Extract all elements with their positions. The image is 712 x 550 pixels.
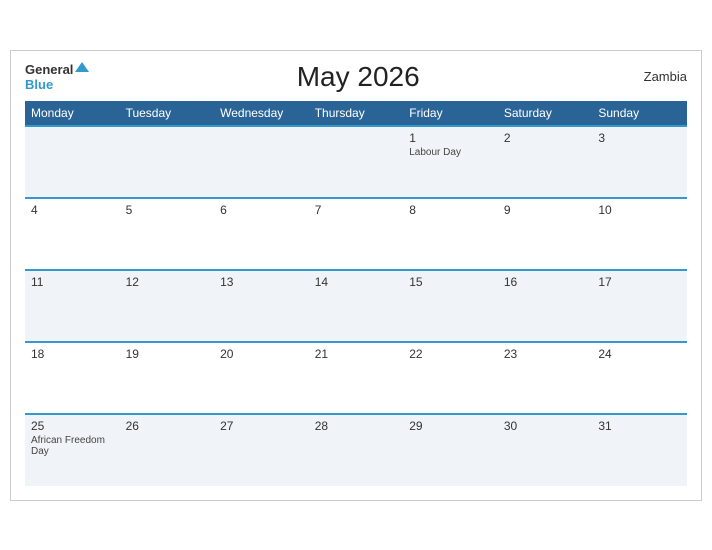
calendar-cell: 9: [498, 198, 593, 270]
calendar-cell: 7: [309, 198, 404, 270]
day-number: 12: [126, 275, 209, 289]
calendar-cell: 29: [403, 414, 498, 486]
calendar-table: MondayTuesdayWednesdayThursdayFridaySatu…: [25, 101, 687, 486]
calendar-cell: 19: [120, 342, 215, 414]
calendar-cell: 24: [592, 342, 687, 414]
day-number: 16: [504, 275, 587, 289]
logo-general: General: [25, 61, 89, 79]
weekday-header-wednesday: Wednesday: [214, 101, 309, 126]
logo: General Blue: [25, 61, 89, 93]
calendar-header: General Blue May 2026 Zambia: [25, 61, 687, 93]
day-number: 10: [598, 203, 681, 217]
day-number: 28: [315, 419, 398, 433]
calendar-cell: 1 Labour Day: [403, 126, 498, 198]
calendar-cell: 15: [403, 270, 498, 342]
calendar-body: 1 Labour Day 23 456789 10 11 12 13 14 15 16 17 18 19 2…: [25, 126, 687, 486]
calendar-cell: 30: [498, 414, 593, 486]
calendar-cell: 17: [592, 270, 687, 342]
event-label: African Freedom Day: [31, 435, 114, 457]
week-row-2: 456789 10: [25, 198, 687, 270]
week-row-3: 11 12 13 14 15 16 17: [25, 270, 687, 342]
weekday-header-monday: Monday: [25, 101, 120, 126]
calendar-cell: 20: [214, 342, 309, 414]
day-number: 27: [220, 419, 303, 433]
country-label: Zambia: [627, 69, 687, 84]
day-number: 30: [504, 419, 587, 433]
day-number: 8: [409, 203, 492, 217]
calendar-cell: [120, 126, 215, 198]
day-number: 6: [220, 203, 303, 217]
day-number: 31: [598, 419, 681, 433]
event-label: Labour Day: [409, 147, 492, 158]
weekday-header-saturday: Saturday: [498, 101, 593, 126]
calendar-cell: 22: [403, 342, 498, 414]
logo-blue: Blue: [25, 78, 89, 92]
day-number: 3: [598, 131, 681, 145]
day-number: 1: [409, 131, 492, 145]
day-number: 9: [504, 203, 587, 217]
day-number: 5: [126, 203, 209, 217]
day-number: 26: [126, 419, 209, 433]
week-row-1: 1 Labour Day 23: [25, 126, 687, 198]
week-row-5: 25 African Freedom Day 26 27 28 29 30 31: [25, 414, 687, 486]
day-number: 25: [31, 419, 114, 433]
calendar-cell: 18: [25, 342, 120, 414]
calendar-cell: 23: [498, 342, 593, 414]
calendar-cell: 3: [592, 126, 687, 198]
calendar-cell: 12: [120, 270, 215, 342]
month-title: May 2026: [89, 61, 627, 93]
calendar-cell: 28: [309, 414, 404, 486]
calendar-cell: 5: [120, 198, 215, 270]
calendar-cell: 25 African Freedom Day: [25, 414, 120, 486]
day-number: 7: [315, 203, 398, 217]
calendar-cell: [214, 126, 309, 198]
calendar-cell: [25, 126, 120, 198]
day-number: 24: [598, 347, 681, 361]
calendar-container: General Blue May 2026 Zambia MondayTuesd…: [10, 50, 702, 501]
day-number: 13: [220, 275, 303, 289]
calendar-cell: 6: [214, 198, 309, 270]
calendar-cell: 14: [309, 270, 404, 342]
day-number: 17: [598, 275, 681, 289]
weekday-header-sunday: Sunday: [592, 101, 687, 126]
day-number: 20: [220, 347, 303, 361]
weekday-header-row: MondayTuesdayWednesdayThursdayFridaySatu…: [25, 101, 687, 126]
day-number: 4: [31, 203, 114, 217]
day-number: 11: [31, 275, 114, 289]
day-number: 18: [31, 347, 114, 361]
day-number: 15: [409, 275, 492, 289]
day-number: 29: [409, 419, 492, 433]
day-number: 22: [409, 347, 492, 361]
calendar-cell: 10: [592, 198, 687, 270]
day-number: 21: [315, 347, 398, 361]
calendar-cell: 2: [498, 126, 593, 198]
weekday-header-thursday: Thursday: [309, 101, 404, 126]
calendar-cell: 27: [214, 414, 309, 486]
day-number: 23: [504, 347, 587, 361]
week-row-4: 18 19 20 21 22 23 24: [25, 342, 687, 414]
calendar-cell: 11: [25, 270, 120, 342]
calendar-cell: 26: [120, 414, 215, 486]
logo-triangle-icon: [75, 62, 89, 72]
day-number: 14: [315, 275, 398, 289]
weekday-header-tuesday: Tuesday: [120, 101, 215, 126]
calendar-cell: 13: [214, 270, 309, 342]
calendar-cell: 21: [309, 342, 404, 414]
calendar-cell: 31: [592, 414, 687, 486]
calendar-cell: 16: [498, 270, 593, 342]
calendar-cell: [309, 126, 404, 198]
calendar-cell: 4: [25, 198, 120, 270]
weekday-header-friday: Friday: [403, 101, 498, 126]
day-number: 2: [504, 131, 587, 145]
day-number: 19: [126, 347, 209, 361]
calendar-cell: 8: [403, 198, 498, 270]
